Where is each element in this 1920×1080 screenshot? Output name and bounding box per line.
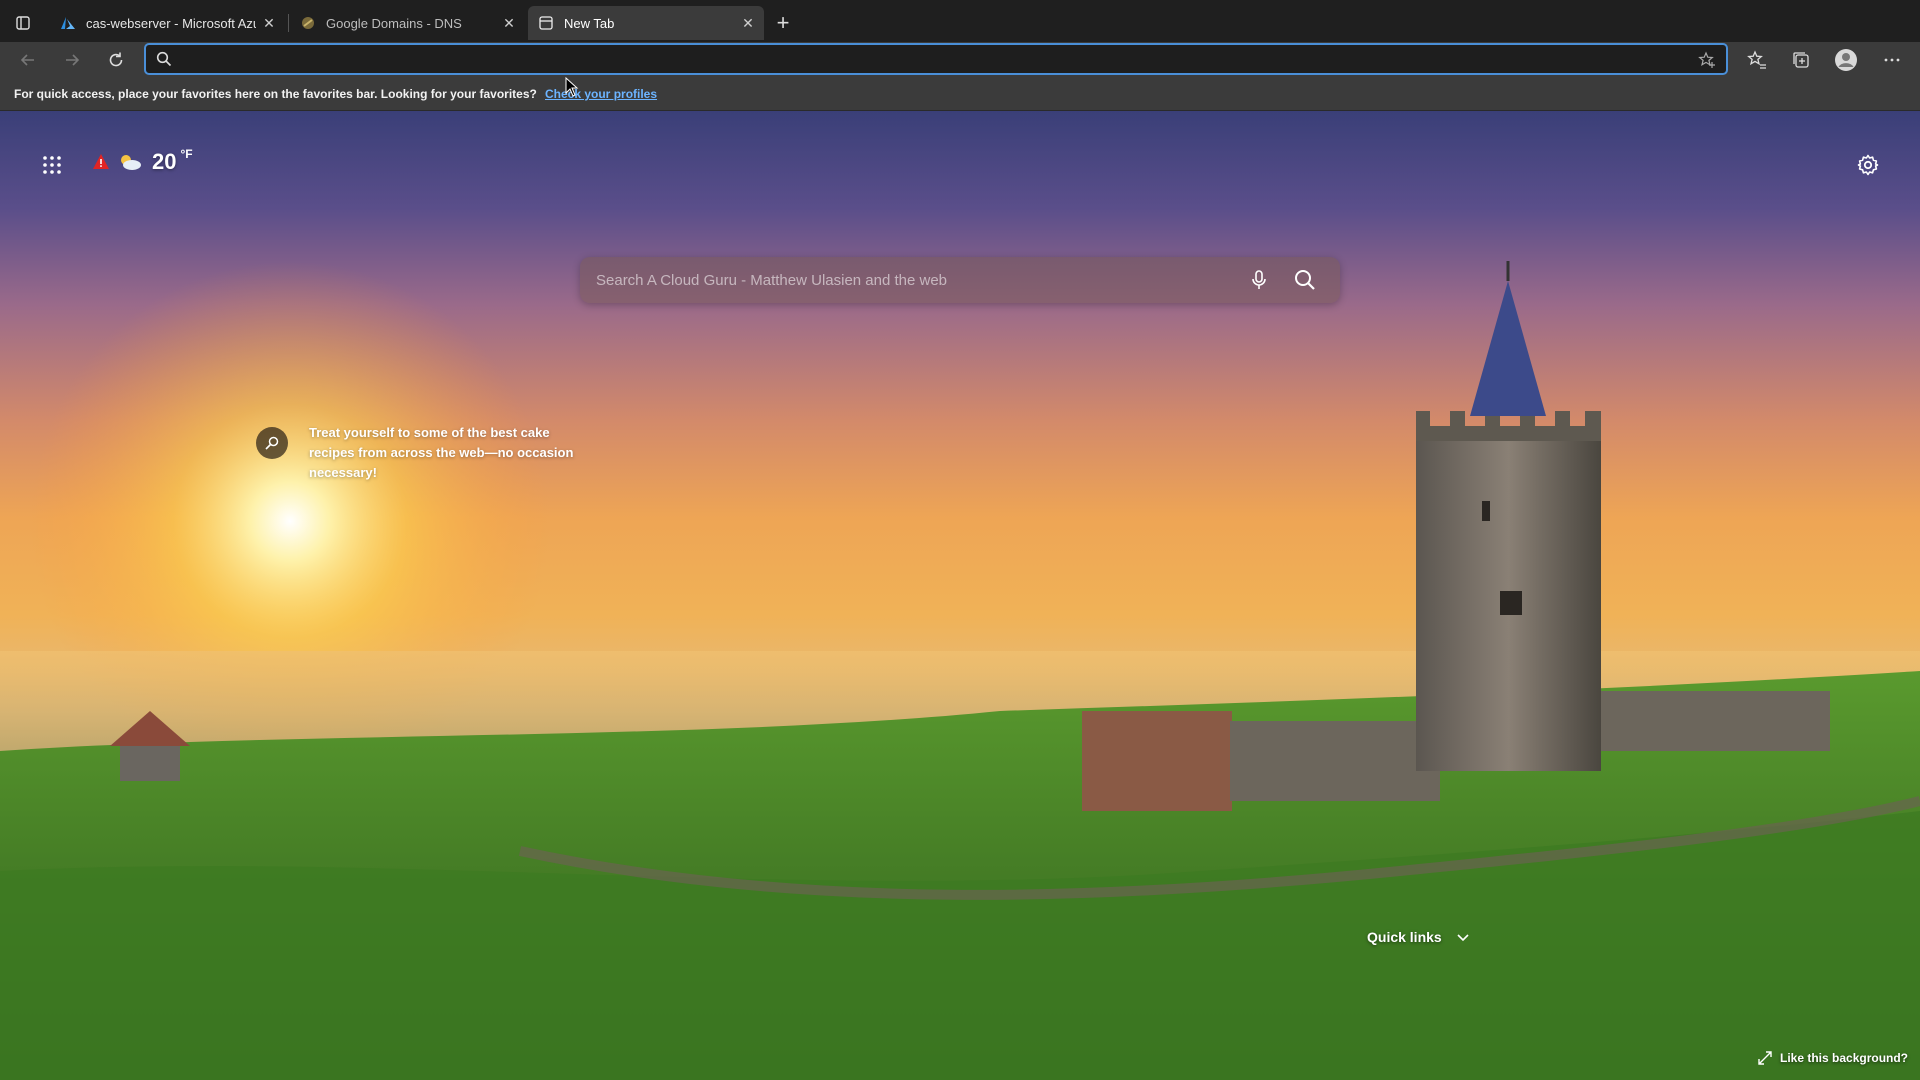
profile-avatar-icon [1835,49,1857,71]
tab-title: New Tab [564,15,615,31]
check-profiles-link[interactable]: Check your profiles [545,87,657,101]
close-tab-icon[interactable]: ✕ [501,15,517,31]
partly-cloudy-icon [121,155,141,170]
quick-links-label: Quick links [1367,929,1442,945]
address-bar[interactable] [144,43,1728,75]
tab-divider [288,14,289,32]
tab-new-tab[interactable]: New Tab ✕ [528,6,764,40]
weather-unit: °F [180,147,193,161]
favorites-bar: For quick access, place your favorites h… [0,78,1920,111]
tab-title: Google Domains - DNS [326,15,462,31]
apps-launcher-button[interactable] [40,153,64,177]
add-favorite-icon[interactable] [1698,51,1716,74]
google-domains-icon [300,15,316,31]
search-icon [156,51,172,72]
favorites-icon [1747,50,1766,69]
azure-icon [60,15,76,31]
search-submit-icon[interactable] [1292,267,1318,293]
warning-icon [93,154,109,169]
more-options-icon [1884,58,1900,62]
forward-arrow-icon [66,54,80,66]
new-tab-button[interactable]: + [772,12,794,34]
web-search-box[interactable] [580,257,1340,303]
weather-temperature: 20 [152,149,177,174]
forward-button[interactable] [61,49,83,71]
tab-title: cas-webserver - Microsoft Azure [86,15,256,31]
settings-more-button[interactable] [1880,48,1904,72]
tab-azure[interactable]: cas-webserver - Microsoft Azure ✕ [50,6,285,40]
tab-actions-menu-icon[interactable] [12,12,34,34]
refresh-icon [109,52,123,67]
chevron-down-icon [1457,934,1469,942]
toolbar [0,42,1920,78]
page-settings-button[interactable] [1856,153,1880,177]
favorites-bar-message: For quick access, place your favorites h… [14,87,537,101]
like-background-button[interactable]: Like this background? [1758,1051,1908,1065]
new-tab-page-icon [538,15,554,31]
gear-icon [1857,154,1879,176]
collections-button[interactable] [1789,48,1813,72]
mouse-cursor-icon [565,77,579,97]
tab-google-domains[interactable]: Google Domains - DNS ✕ [290,6,525,40]
expand-icon [1758,1051,1772,1065]
web-search-input[interactable] [596,269,1216,291]
back-button[interactable] [17,49,39,71]
new-tab-page: 20 °F Treat yourself to some of the best… [0,111,1920,1080]
address-input[interactable] [182,49,1662,71]
profile-button[interactable] [1834,48,1858,72]
tab-strip: cas-webserver - Microsoft Azure ✕ Google… [0,0,1920,42]
like-background-label: Like this background? [1780,1051,1909,1065]
weather-widget[interactable]: 20 °F [92,147,193,175]
promo-text: Treat yourself to some of the best cake … [309,425,574,480]
refresh-button[interactable] [105,49,127,71]
close-tab-icon[interactable]: ✕ [261,15,277,31]
microphone-icon[interactable] [1248,269,1270,291]
back-arrow-icon [20,54,34,66]
close-tab-icon[interactable]: ✕ [740,15,756,31]
collections-icon [1793,52,1809,68]
favorites-button[interactable] [1745,48,1769,72]
quick-links-toggle[interactable]: Quick links [1367,929,1470,945]
app-grid-icon [43,156,61,174]
search-suggestion-icon [256,427,288,459]
